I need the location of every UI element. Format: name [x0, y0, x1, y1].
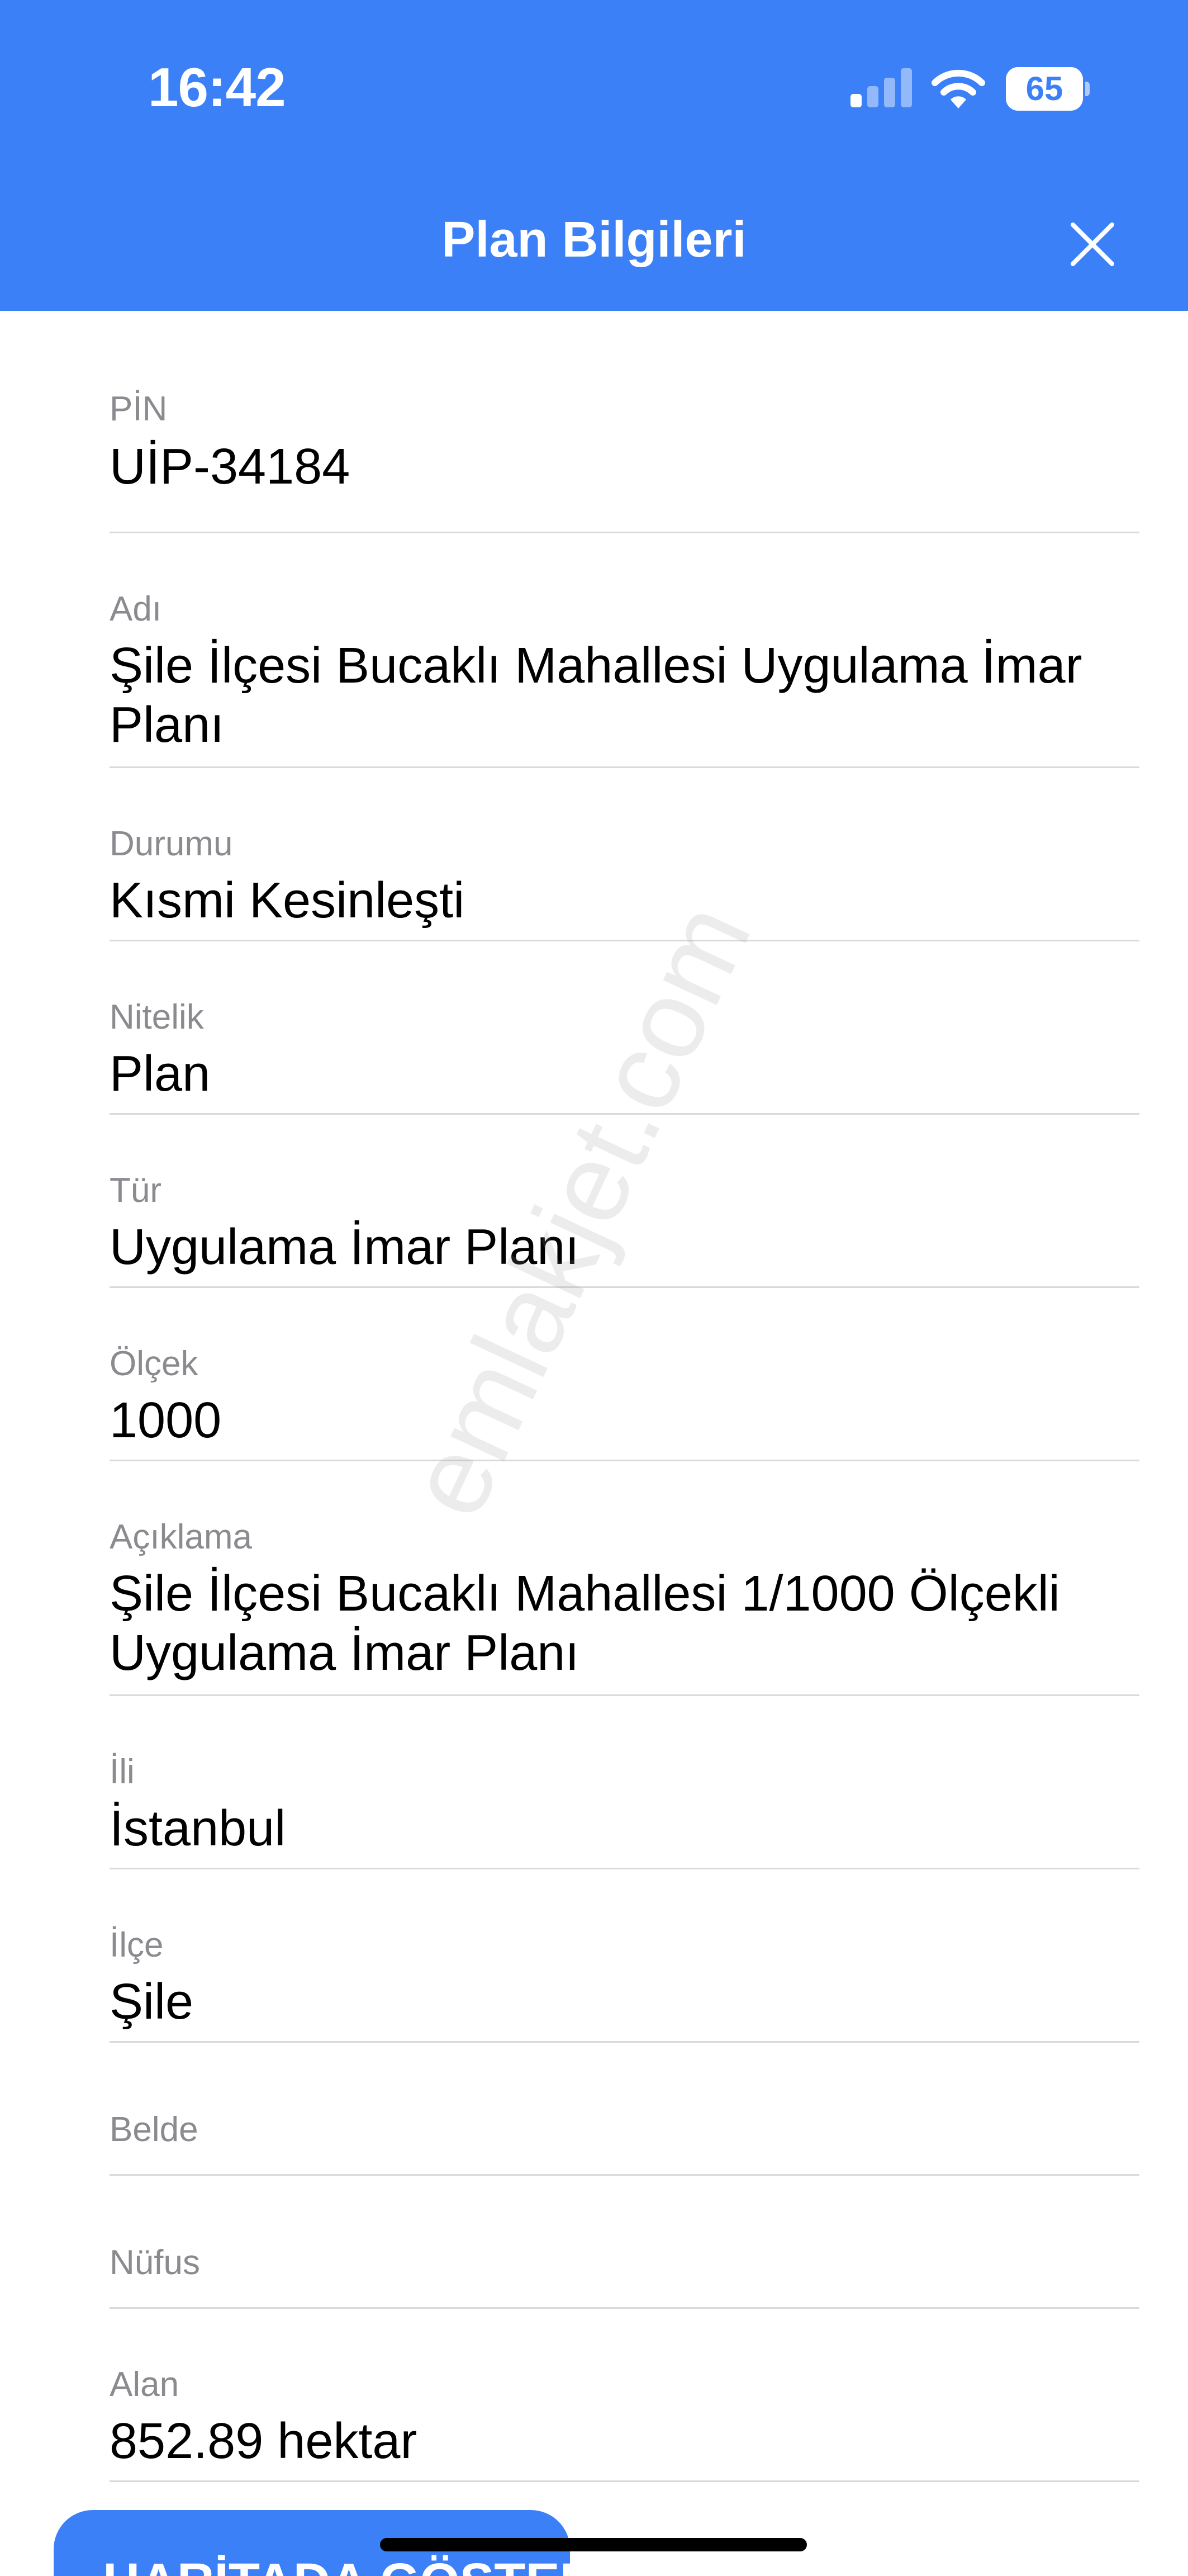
field-row: Açıklama Şile İlçesi Bucaklı Mahallesi 1/… [110, 1461, 1139, 1696]
header-bar: 16:42 65 Plan Bilgileri [0, 0, 1188, 311]
field-row: Durumu Kısmi Kesinleşti [110, 768, 1139, 941]
field-value: Uygulama İmar Planı [110, 1219, 579, 1275]
field-row: Nüfus [110, 2176, 1139, 2309]
field-value: Şile İlçesi Bucaklı Mahallesi 1/1000 Ölç… [110, 1566, 1060, 1681]
field-value: 1000 [110, 1393, 222, 1448]
field-label: Ölçek [110, 1344, 198, 1383]
field-row: Adı Şile İlçesi Bucaklı Mahallesi Uygulam… [110, 533, 1139, 768]
field-row: Tür Uygulama İmar Planı [110, 1115, 1139, 1288]
field-value: Şile İlçesi Bucaklı Mahallesi Uygulama İ… [110, 638, 1082, 753]
field-label: Tür [110, 1171, 161, 1210]
battery-icon: 65 [1006, 67, 1090, 111]
close-button[interactable] [1062, 217, 1123, 273]
field-label: Açıklama [110, 1518, 252, 1556]
close-icon [1071, 222, 1114, 266]
show-on-map-button-label: HARİTADA GÖSTER [103, 2553, 597, 2576]
battery-level: 65 [1025, 70, 1063, 107]
field-value: UİP-34184 [110, 439, 350, 495]
field-label: Alan [110, 2365, 179, 2404]
field-row: PİN UİP-34184 [110, 311, 1139, 533]
signal-icon [850, 68, 912, 107]
field-row: Ölçek 1000 [110, 1288, 1139, 1461]
field-label: İli [110, 1753, 135, 1791]
battery-cap [1085, 82, 1090, 96]
field-label: Belde [110, 2110, 198, 2149]
field-row: İlçe Şile [110, 1869, 1139, 2043]
field-label: PİN [110, 390, 168, 428]
field-label: Nitelik [110, 998, 204, 1036]
home-indicator [380, 2538, 807, 2551]
field-value: Kısmi Kesinleşti [110, 873, 465, 929]
field-label: Durumu [110, 825, 233, 863]
field-row: Belde [110, 2043, 1139, 2176]
field-value: İstanbul [110, 1801, 286, 1857]
plan-info-screen: 16:42 65 Plan Bilgileri PİN UİP-34184 Ad… [0, 0, 1188, 2576]
field-row: Nitelik Plan [110, 941, 1139, 1115]
field-row: Alan 852.89 hektar [110, 2309, 1139, 2482]
field-value: Plan [110, 1046, 211, 1102]
field-value: Şile [110, 1974, 194, 2030]
field-row: İli İstanbul [110, 1696, 1139, 1869]
field-value: 852.89 hektar [110, 2413, 417, 2469]
battery-body: 65 [1006, 67, 1083, 111]
page-title: Plan Bilgileri [441, 212, 747, 268]
status-time: 16:42 [148, 56, 286, 118]
wifi-icon [932, 69, 985, 108]
field-label: Nüfus [110, 2243, 200, 2282]
field-label: Adı [110, 590, 162, 628]
field-label: İlçe [110, 1926, 164, 1964]
